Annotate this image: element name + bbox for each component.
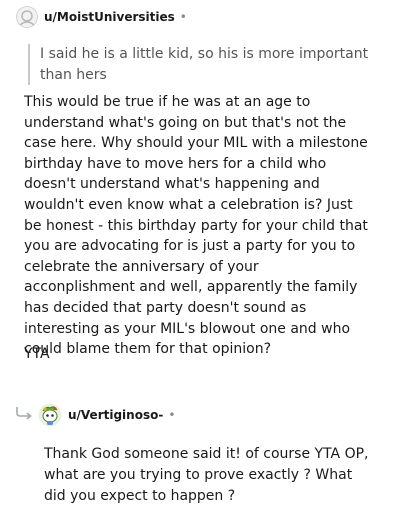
reply-arrow-icon (14, 405, 34, 421)
blockquote: I said he is a little kid, so his is mor… (28, 44, 380, 85)
username-link[interactable]: u/MoistUniversities (44, 10, 175, 24)
default-avatar-icon[interactable] (16, 6, 38, 28)
comment-header: u/MoistUniversities • (16, 5, 187, 29)
comment-verdict: YTA (24, 346, 50, 362)
comment-header: u/Vertiginoso- • (38, 402, 175, 428)
meta-separator: • (168, 408, 176, 422)
meta-separator: • (179, 10, 187, 24)
username-link[interactable]: u/Vertiginoso- (68, 408, 163, 422)
snoo-avatar-icon[interactable] (38, 403, 62, 427)
comment-body: Thank God someone said it! of course YTA… (44, 446, 369, 504)
comment-body: This would be true if he was at an age t… (24, 94, 368, 358)
